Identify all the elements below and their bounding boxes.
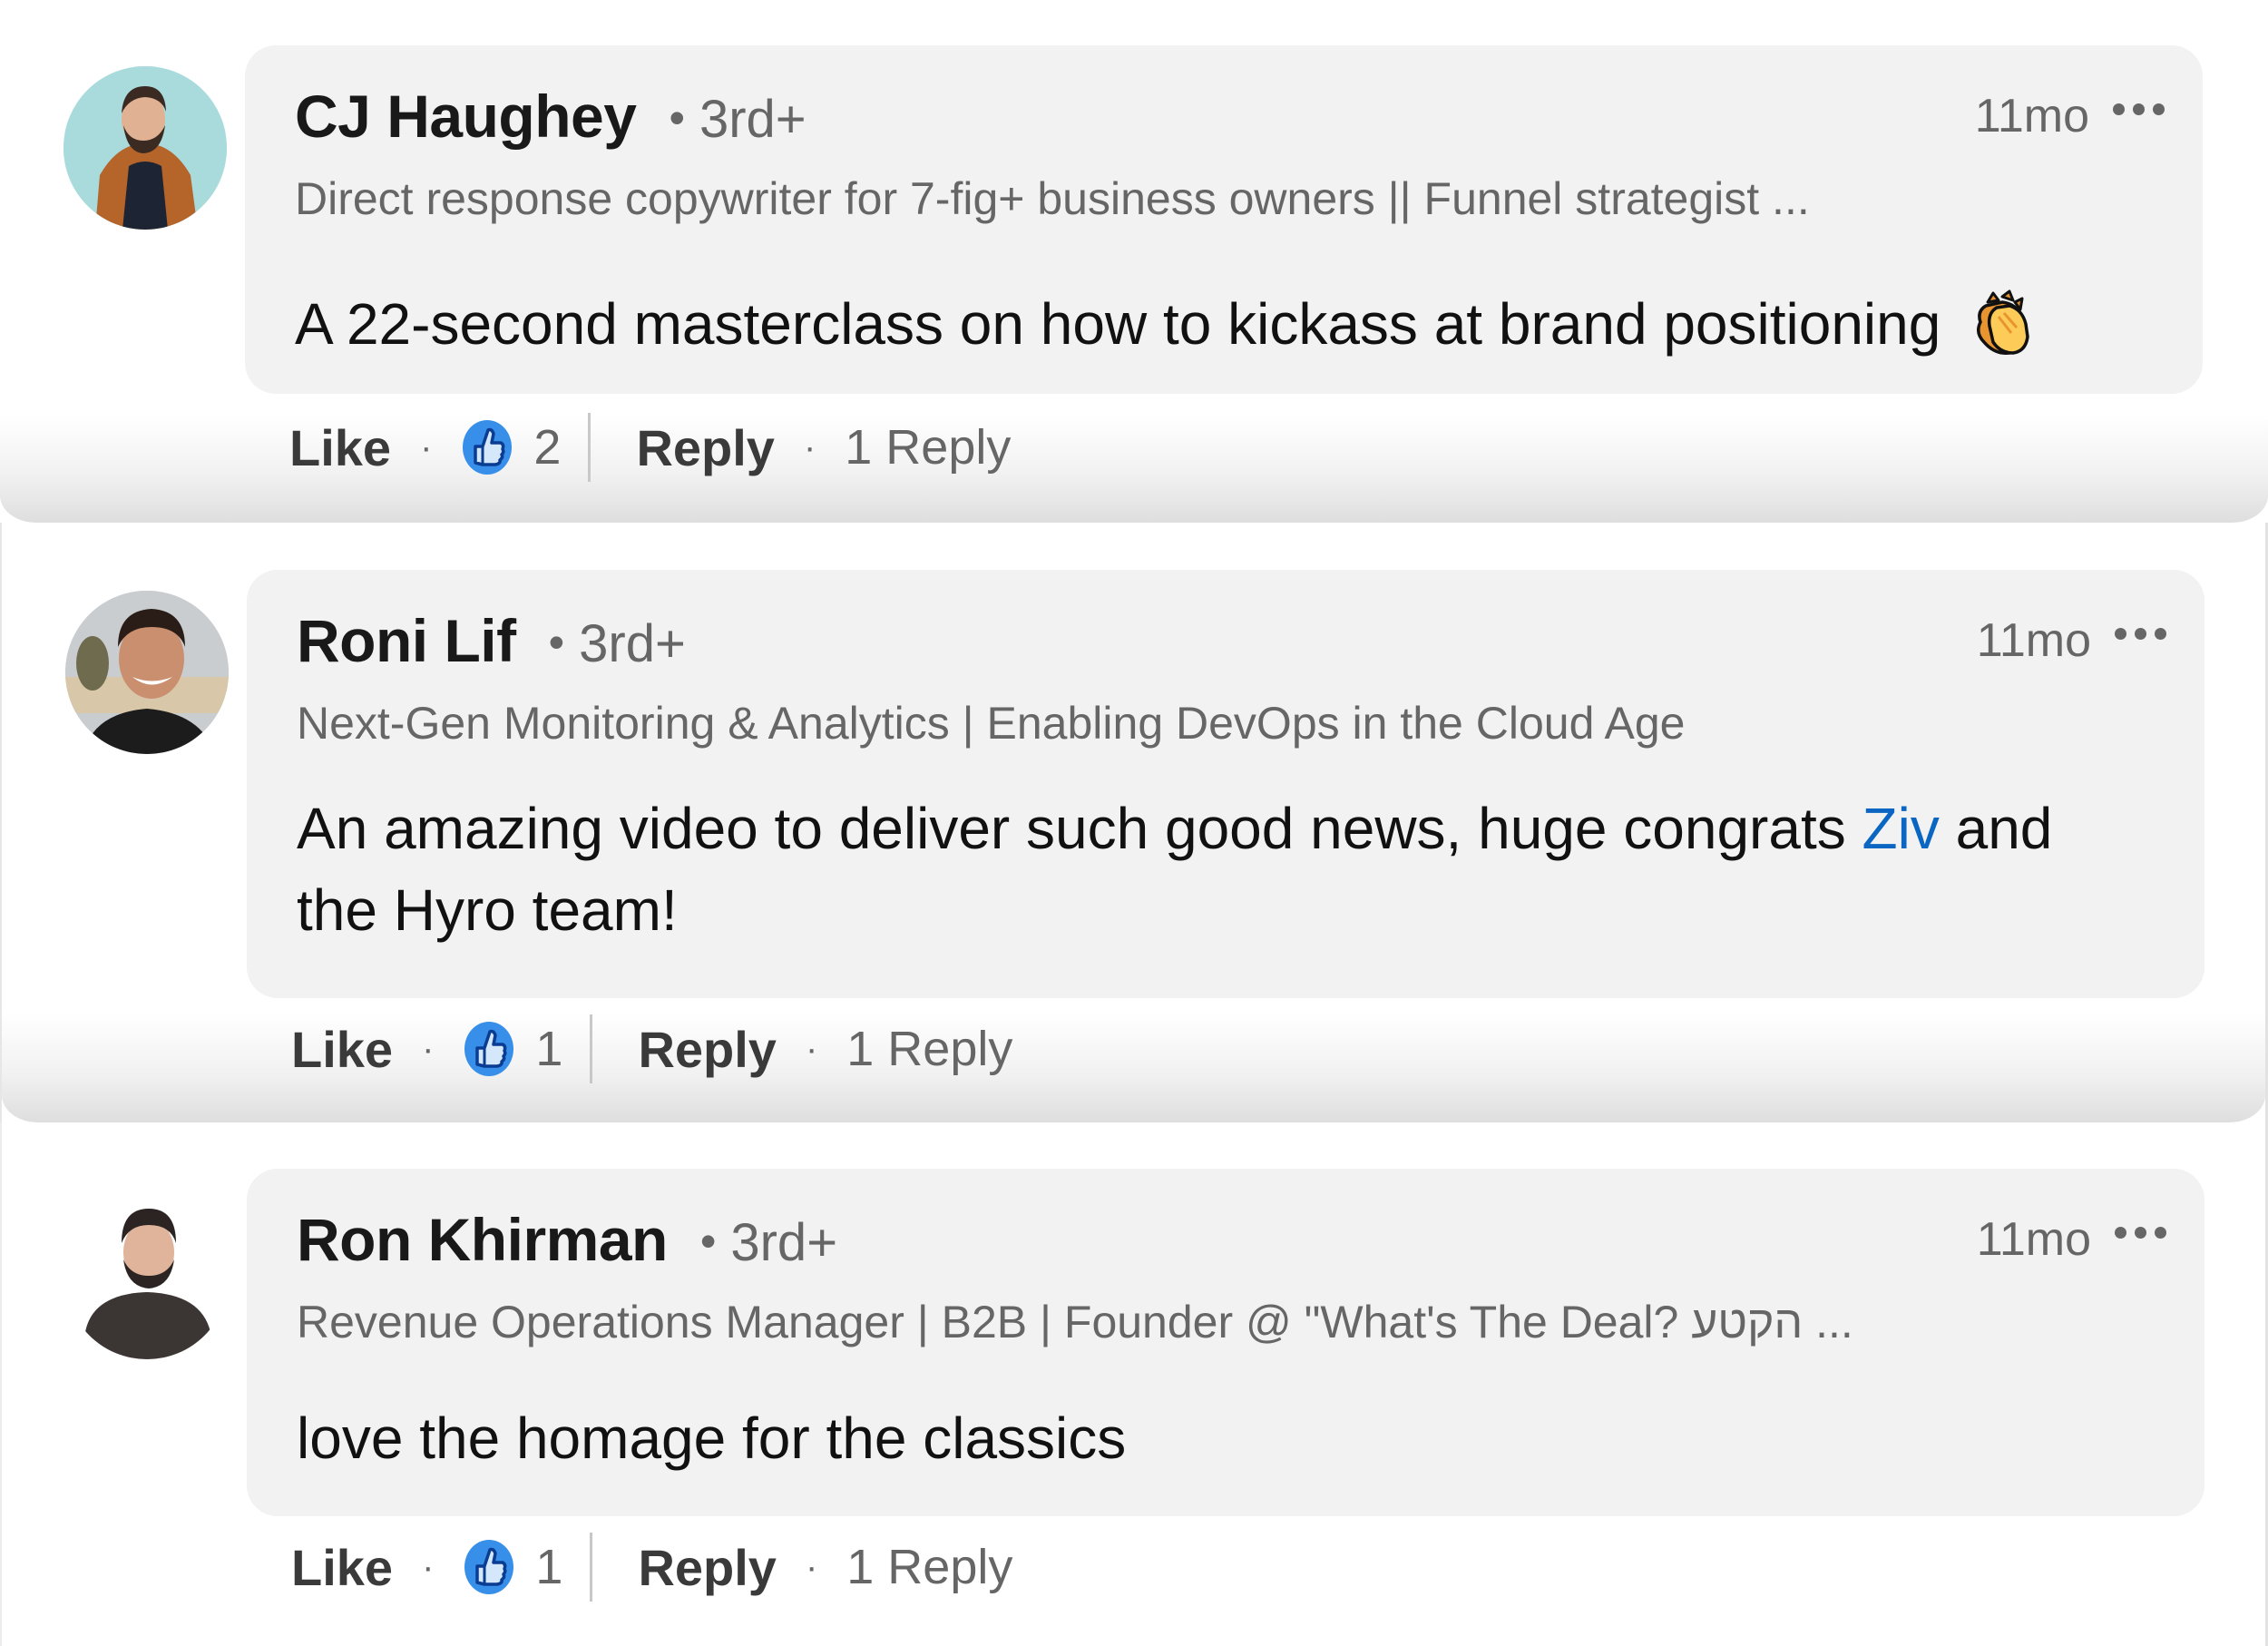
comment-item: Ron Khirman • 3rd+ Revenue Operations Ma…: [0, 1122, 2268, 1646]
timestamp: 11mo: [1974, 90, 2089, 142]
divider: [588, 413, 591, 482]
author-name[interactable]: CJ Haughey: [295, 82, 637, 151]
separator-dot: ·: [422, 1546, 435, 1587]
replies-link[interactable]: 1 Reply: [846, 1539, 1012, 1595]
separator-dot: •: [548, 617, 565, 668]
connection-degree: 3rd+: [730, 1213, 838, 1272]
author-line: Roni Lif • 3rd+: [297, 606, 686, 675]
like-button[interactable]: Like: [289, 418, 391, 477]
like-button[interactable]: Like: [291, 1538, 393, 1597]
mention-link[interactable]: Ziv: [1862, 796, 1940, 861]
reaction-count[interactable]: 2: [533, 419, 561, 475]
comment-text-part: A 22-second masterclass on how to kickas…: [295, 291, 1941, 357]
author-headline: Revenue Operations Manager | B2B | Found…: [297, 1297, 1853, 1347]
author-name[interactable]: Roni Lif: [297, 606, 516, 675]
comment-text-part: love the homage for the classics: [297, 1406, 1127, 1471]
separator-dot: ·: [805, 1028, 818, 1069]
more-options-icon[interactable]: [2115, 1226, 2166, 1239]
comment-text: love the homage for the classics: [297, 1397, 2132, 1479]
separator-dot: ·: [422, 1028, 435, 1069]
timestamp: 11mo: [1976, 1213, 2091, 1266]
more-options-icon[interactable]: [2115, 627, 2166, 640]
replies-link[interactable]: 1 Reply: [845, 419, 1011, 475]
reaction-count[interactable]: 1: [535, 1539, 562, 1595]
replies-link[interactable]: 1 Reply: [846, 1021, 1012, 1077]
separator-dot: •: [669, 93, 685, 143]
author-headline: Next-Gen Monitoring & Analytics | Enabli…: [297, 698, 1686, 749]
connection-degree: 3rd+: [699, 90, 807, 149]
comment-actions: Like · 1 Reply · 1 Reply: [291, 1533, 1012, 1602]
comment-item: Roni Lif • 3rd+ Next-Gen Monitoring & An…: [0, 523, 2268, 1122]
comment-meta: 11mo: [1975, 89, 2165, 143]
timestamp: 11mo: [1976, 614, 2091, 667]
avatar-photo: [64, 66, 227, 230]
avatar-photo: [65, 1196, 229, 1359]
comment-meta: 11mo: [1977, 613, 2166, 668]
comment-bubble: Ron Khirman • 3rd+ Revenue Operations Ma…: [247, 1169, 2204, 1516]
avatar-photo: [65, 591, 229, 754]
reply-button[interactable]: Reply: [638, 1020, 777, 1079]
like-thumbs-up-icon[interactable]: [461, 419, 513, 475]
avatar-cj-haughey[interactable]: [64, 66, 227, 230]
separator-dot: ·: [803, 426, 816, 467]
like-thumbs-up-icon[interactable]: [463, 1021, 515, 1077]
comment-actions: Like · 1 Reply · 1 Reply: [291, 1014, 1012, 1083]
separator-dot: ·: [420, 426, 433, 467]
more-options-icon[interactable]: [2113, 103, 2165, 115]
like-button[interactable]: Like: [291, 1020, 393, 1079]
connection-degree: 3rd+: [579, 614, 686, 673]
like-thumbs-up-icon[interactable]: [463, 1539, 515, 1595]
avatar-roni-lif[interactable]: [65, 591, 229, 754]
reply-button[interactable]: Reply: [638, 1538, 777, 1597]
comment-bubble: CJ Haughey • 3rd+ Direct response copywr…: [245, 45, 2203, 394]
clapping-hands-icon: [1977, 289, 2029, 355]
reaction-count[interactable]: 1: [535, 1021, 562, 1077]
comment-bubble: Roni Lif • 3rd+ Next-Gen Monitoring & An…: [247, 570, 2204, 998]
comment-text: A 22-second masterclass on how to kickas…: [295, 283, 2130, 365]
author-line: CJ Haughey • 3rd+: [295, 82, 807, 151]
comment-actions: Like · 2 Reply · 1 Reply: [289, 413, 1011, 482]
comment-text-part: An amazing video to deliver such good ne…: [297, 796, 1862, 861]
divider: [590, 1014, 593, 1083]
divider: [590, 1533, 593, 1602]
avatar-ron-khirman[interactable]: [65, 1196, 229, 1359]
comment-item: CJ Haughey • 3rd+ Direct response copywr…: [0, 0, 2268, 523]
author-name[interactable]: Ron Khirman: [297, 1205, 668, 1274]
comment-text: An amazing video to deliver such good ne…: [297, 788, 2132, 951]
reply-button[interactable]: Reply: [636, 418, 775, 477]
author-line: Ron Khirman • 3rd+: [297, 1205, 837, 1274]
separator-dot: •: [699, 1216, 717, 1267]
comment-meta: 11mo: [1977, 1212, 2166, 1267]
separator-dot: ·: [805, 1546, 818, 1587]
author-headline: Direct response copywriter for 7-fig+ bu…: [295, 173, 1810, 224]
